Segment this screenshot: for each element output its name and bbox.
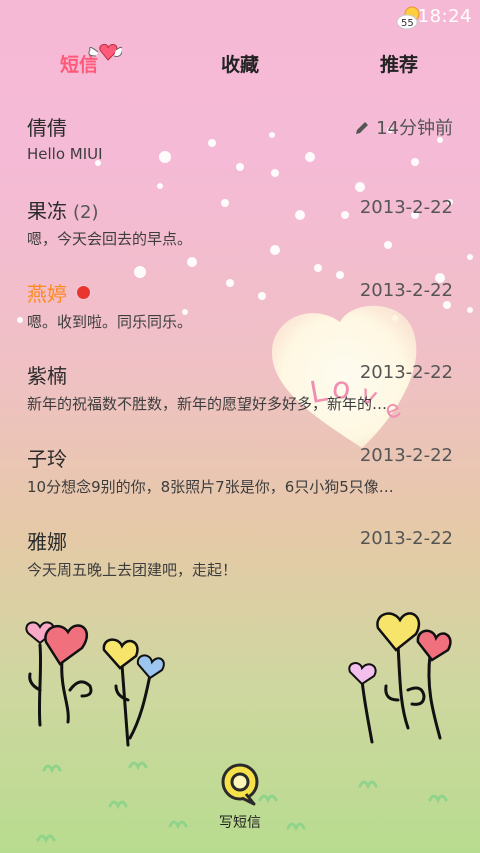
thread-time: 2013-2-22	[359, 445, 453, 466]
status-time: 18:24	[417, 6, 472, 27]
message-preview: 嗯。收到啦。同乐同乐。	[27, 313, 193, 331]
pencil-icon	[356, 122, 369, 134]
message-count: (2)	[73, 202, 99, 223]
contact-name: 燕婷	[27, 278, 90, 307]
thread-item[interactable]: 子玲 2013-2-22 10分想念9别的你，8张照片7张是你，6只小狗5只像…	[0, 443, 480, 525]
thread-item[interactable]: 倩倩 14分钟前 Hello MIUI	[0, 112, 480, 194]
tab-recommended[interactable]: 推荐	[380, 50, 418, 77]
contact-name: 果冻 (2)	[27, 199, 99, 223]
thread-time: 2013-2-22	[359, 528, 453, 549]
thread-item[interactable]: 紫楠 2013-2-22 新年的祝福数不胜数，新年的愿望好多好多，新年的…	[0, 360, 480, 442]
message-preview: 新年的祝福数不胜数，新年的愿望好多好多，新年的…	[27, 395, 388, 413]
thread-time: 2013-2-22	[359, 362, 453, 383]
thread-item[interactable]: 燕婷 2013-2-22 嗯。收到啦。同乐同乐。	[0, 278, 480, 360]
weather-temp: 55	[401, 18, 414, 29]
contact-name: 紫楠	[27, 364, 67, 388]
contact-name: 倩倩	[27, 116, 67, 140]
unread-badge	[77, 286, 90, 299]
contact-name: 子玲	[27, 447, 67, 471]
message-preview: Hello MIUI	[27, 145, 103, 163]
message-preview: 嗯，今天会回去的早点。	[27, 230, 193, 248]
compose-button[interactable]: 写短信	[214, 760, 266, 831]
compose-icon	[221, 763, 259, 806]
message-preview: 今天周五晚上去团建吧，走起！	[27, 561, 238, 579]
message-preview: 10分想念9别的你，8张照片7张是你，6只小狗5只像…	[27, 478, 394, 496]
tab-bar: 短信 收藏 推荐	[0, 40, 480, 88]
thread-time: 2013-2-22	[359, 197, 453, 218]
thread-time: 14分钟前	[354, 114, 453, 140]
thread-item[interactable]: 雅娜 2013-2-22 今天周五晚上去团建吧，走起！	[0, 526, 480, 608]
contact-name: 雅娜	[27, 530, 67, 554]
tab-favorites[interactable]: 收藏	[221, 50, 259, 77]
compose-label: 写短信	[219, 815, 261, 831]
heart-wings-icon	[88, 43, 122, 61]
thread-time: 2013-2-22	[359, 280, 453, 301]
status-bar: 55 18:24	[0, 0, 480, 36]
thread-item[interactable]: 果冻 (2) 2013-2-22 嗯，今天会回去的早点。	[0, 195, 480, 277]
